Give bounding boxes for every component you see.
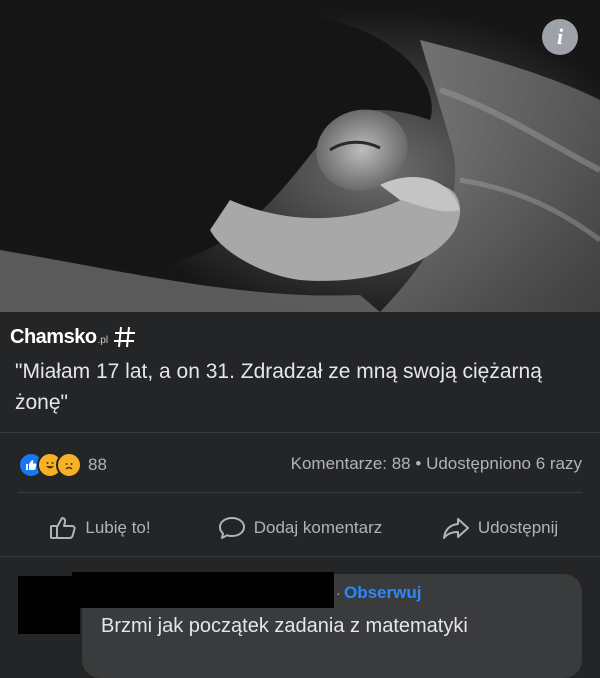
share-button[interactable]: Udostępnij	[400, 500, 600, 556]
shares-count-link[interactable]: Udostępniono 6 razy	[426, 454, 582, 473]
like-button[interactable]: Lubię to!	[0, 500, 200, 556]
post-caption: "Miałam 17 lat, a on 31. Zdradzał ze mną…	[15, 360, 542, 414]
follow-link[interactable]: Obserwuj	[344, 583, 421, 603]
post-photo[interactable]: i	[0, 0, 600, 312]
brand-tld: .pl	[97, 334, 109, 346]
comments-count-link[interactable]: Komentarze: 88	[291, 454, 411, 473]
comment-icon	[218, 517, 245, 539]
comment-button-label: Dodaj komentarz	[253, 518, 383, 537]
divider	[0, 556, 600, 557]
redacted-author-name	[72, 572, 334, 608]
share-icon	[442, 518, 469, 539]
divider	[0, 432, 600, 433]
comment-text: Brzmi jak początek zadania z matematyki	[101, 615, 468, 637]
thumbs-up-icon	[50, 517, 76, 539]
info-icon[interactable]: i	[542, 19, 578, 55]
post-actions: Lubię to! Dodaj komentarz Udostępnij	[0, 500, 600, 556]
hashtag-logo-icon	[114, 326, 136, 348]
photo-illustration	[0, 10, 600, 312]
follow-separator: ·	[336, 585, 341, 601]
reactions-summary[interactable]: 88	[18, 452, 107, 478]
brand-name: Chamsko	[10, 325, 97, 348]
post-stats: Komentarze: 88 • Udostępniono 6 razy	[291, 454, 582, 474]
brand-logo: Chamsko .pl	[10, 324, 138, 350]
stats-separator: •	[415, 454, 422, 473]
like-button-label: Lubię to!	[85, 518, 151, 537]
reaction-count: 88	[88, 455, 107, 474]
sad-reaction-icon	[56, 452, 82, 478]
comment-button[interactable]: Dodaj komentarz	[200, 500, 400, 556]
redacted-avatar	[18, 576, 80, 634]
divider	[18, 492, 582, 493]
share-button-label: Udostępnij	[477, 518, 559, 537]
